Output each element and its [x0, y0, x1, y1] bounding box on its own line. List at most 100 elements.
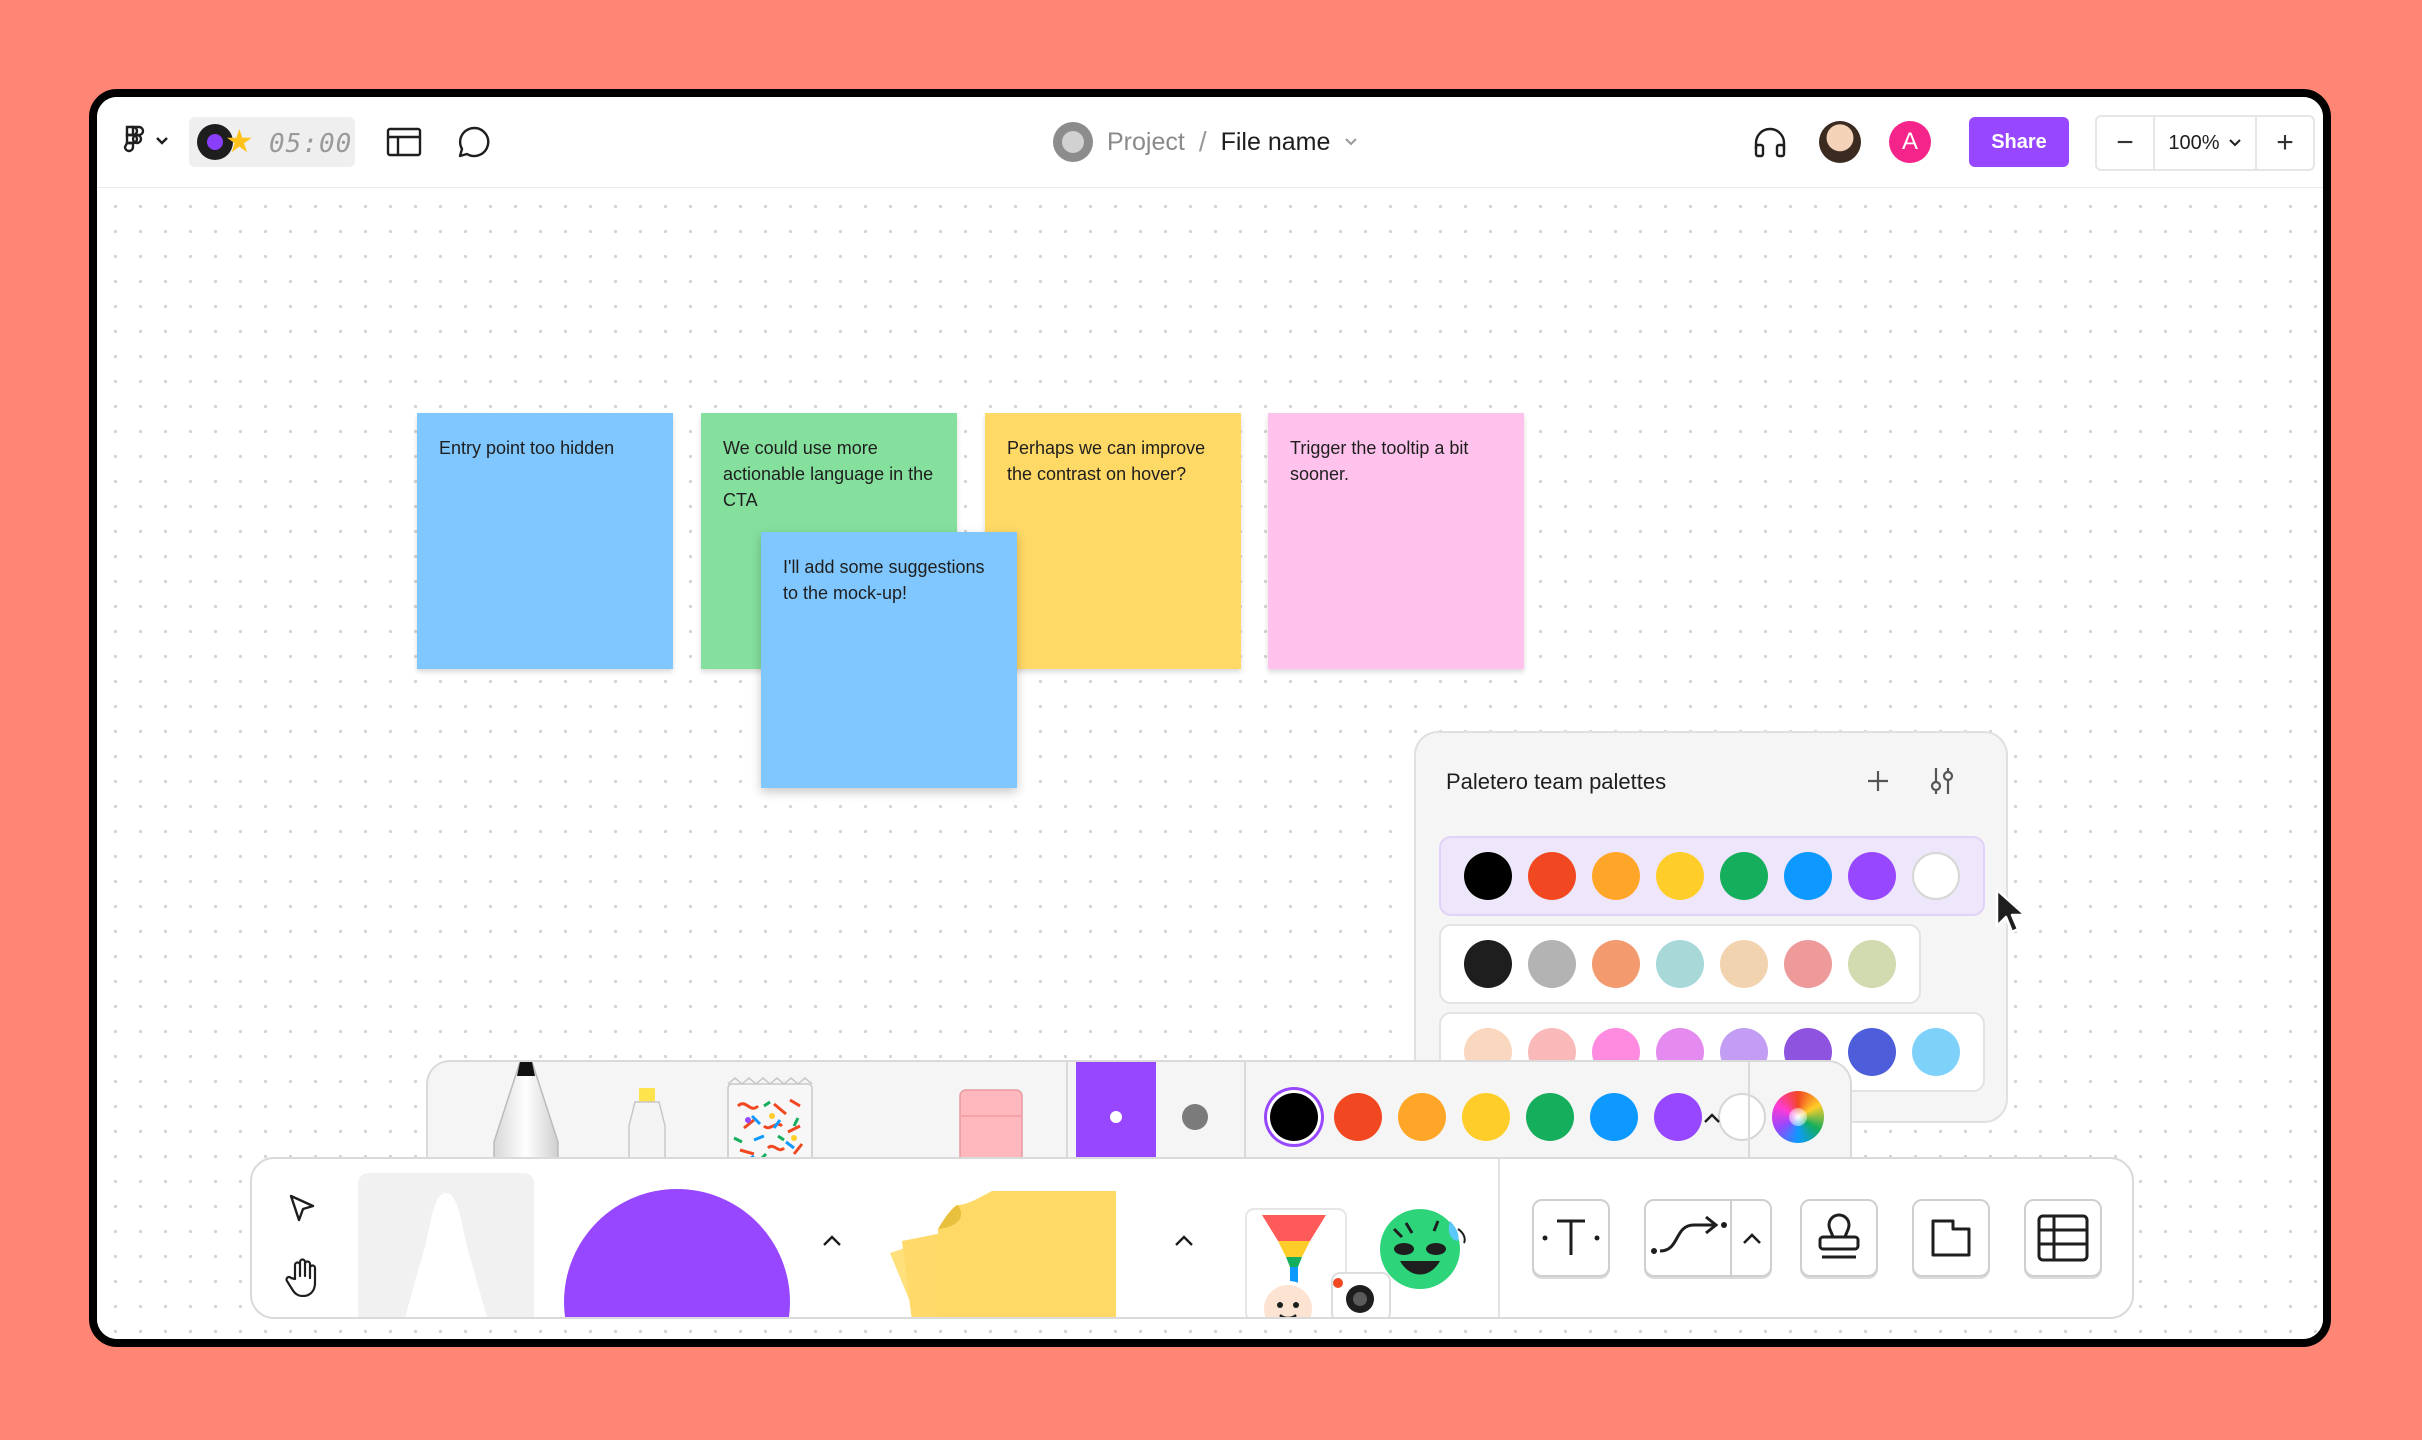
stickers-icon: [1245, 1208, 1466, 1317]
color-swatch[interactable]: [1464, 940, 1512, 988]
zoom-in-button[interactable]: +: [2257, 117, 2313, 169]
breadcrumb[interactable]: Project / File name: [1053, 119, 1358, 165]
custom-color-wheel-button[interactable]: [1772, 1091, 1824, 1143]
section-tool-button[interactable]: [1912, 1199, 1990, 1277]
mouse-cursor-icon: [1995, 888, 2027, 934]
sticky-note[interactable]: Entry point too hidden: [417, 413, 673, 669]
color-swatch[interactable]: [1592, 852, 1640, 900]
section-icon: [1931, 1219, 1971, 1257]
connector-tool-button[interactable]: [1644, 1199, 1772, 1277]
palette-panel-title: Paletero team palettes: [1446, 769, 1667, 794]
table-tool-button[interactable]: [2024, 1199, 2102, 1277]
timer-value: 05:00: [269, 129, 353, 159]
drawing-tools-tray: [426, 1060, 1852, 1170]
file-name[interactable]: File name: [1221, 128, 1331, 157]
tray-divider: [1066, 1062, 1068, 1170]
chevron-down-icon[interactable]: [1344, 137, 1358, 147]
washi-tape-tool-icon[interactable]: [724, 1076, 816, 1170]
brush-color-swatch[interactable]: [1526, 1093, 1574, 1141]
color-swatch[interactable]: [1784, 940, 1832, 988]
tray-divider: [1244, 1062, 1246, 1170]
main-menu-button[interactable]: [117, 121, 173, 161]
palette-row-selected[interactable]: [1439, 836, 1985, 916]
connector-divider: [1730, 1201, 1732, 1275]
color-swatch[interactable]: [1848, 1028, 1896, 1076]
user-avatar[interactable]: [1819, 121, 1861, 163]
comment-button[interactable]: [453, 121, 495, 163]
color-swatch[interactable]: [1656, 940, 1704, 988]
add-palette-button[interactable]: [1856, 759, 1900, 803]
table-icon: [2037, 1214, 2089, 1262]
draw-tool-button[interactable]: [358, 1173, 534, 1317]
color-wheel-icon: [1789, 1108, 1807, 1126]
zoom-control: − 100% +: [2095, 115, 2315, 171]
layout-button[interactable]: [383, 121, 425, 163]
chevron-up-icon: [1175, 1235, 1193, 1246]
shape-tool-button[interactable]: [562, 1189, 792, 1317]
project-name[interactable]: Project: [1107, 128, 1185, 157]
color-swatch[interactable]: [1848, 940, 1896, 988]
pen-tool-icon[interactable]: [486, 1062, 566, 1170]
stickers-tool-button[interactable]: [1242, 1199, 1472, 1317]
shape-options-button[interactable]: [812, 1221, 852, 1261]
color-swatch[interactable]: [1848, 852, 1896, 900]
color-swatch[interactable]: [1656, 852, 1704, 900]
color-swatch[interactable]: [1592, 940, 1640, 988]
chevron-up-icon[interactable]: [1742, 1231, 1762, 1245]
color-swatch[interactable]: [1720, 852, 1768, 900]
color-swatch[interactable]: [1912, 1028, 1960, 1076]
chevron-up-icon: [1704, 1113, 1720, 1123]
chevron-up-icon: [823, 1235, 841, 1246]
color-swatch[interactable]: [1912, 852, 1960, 900]
brush-color-swatch-selected[interactable]: [1270, 1093, 1318, 1141]
zoom-out-button[interactable]: −: [2097, 117, 2153, 169]
comment-icon: [458, 126, 490, 158]
sticky-note-stack-icon: [890, 1191, 1116, 1317]
zoom-level-dropdown[interactable]: 100%: [2153, 117, 2257, 169]
brush-color-swatch[interactable]: [1462, 1093, 1510, 1141]
sticky-note[interactable]: I'll add some suggestions to the mock-up…: [761, 532, 1017, 788]
color-swatch[interactable]: [1720, 940, 1768, 988]
star-icon: ★: [225, 123, 254, 159]
sliders-icon: [1930, 768, 1954, 794]
sticky-options-button[interactable]: [1164, 1221, 1204, 1261]
color-swatch[interactable]: [1528, 852, 1576, 900]
palette-row[interactable]: [1439, 924, 1921, 1004]
zoom-level: 100%: [2168, 131, 2220, 154]
sticky-tool-button[interactable]: [878, 1185, 1128, 1317]
toolbar-divider: [1498, 1159, 1500, 1317]
brush-color-swatch[interactable]: [1334, 1093, 1382, 1141]
bottom-toolbar: [250, 1157, 2134, 1319]
brush-color-swatch[interactable]: [1590, 1093, 1638, 1141]
share-button[interactable]: Share: [1969, 117, 2069, 167]
sticky-note[interactable]: Perhaps we can improve the contrast on h…: [985, 413, 1241, 669]
headphones-icon: [1754, 127, 1786, 158]
connector-icon: [1651, 1215, 1727, 1254]
arrow-cursor-icon: [289, 1194, 315, 1222]
color-swatch[interactable]: [1528, 940, 1576, 988]
select-tool-button[interactable]: [274, 1181, 330, 1237]
audio-button[interactable]: [1749, 121, 1791, 163]
more-colors-button[interactable]: [1692, 1098, 1732, 1138]
hand-tool-button[interactable]: [274, 1249, 330, 1305]
user-avatar-letter[interactable]: A: [1889, 121, 1931, 163]
layout-icon: [386, 127, 422, 157]
timer-widget[interactable]: ★ 05:00: [189, 117, 355, 167]
palette-settings-button[interactable]: [1920, 759, 1964, 803]
hand-icon: [285, 1258, 317, 1297]
breadcrumb-separator: /: [1198, 126, 1207, 157]
sticky-note[interactable]: Trigger the tooltip a bit sooner.: [1268, 413, 1524, 669]
brush-color-swatch[interactable]: [1076, 1062, 1156, 1170]
color-swatch[interactable]: [1464, 852, 1512, 900]
brush-color-swatch[interactable]: [1398, 1093, 1446, 1141]
plus-icon: [1868, 771, 1888, 791]
text-tool-button[interactable]: [1532, 1199, 1610, 1277]
whiteboard-canvas[interactable]: Entry point too hidden We could use more…: [97, 188, 2323, 1339]
large-brush-size-button[interactable]: [1168, 1090, 1222, 1144]
small-brush-size-icon: [1110, 1111, 1122, 1123]
stamp-icon: [1818, 1213, 1860, 1259]
stamp-tool-button[interactable]: [1800, 1199, 1878, 1277]
figma-logo-icon: [123, 125, 168, 153]
color-swatch[interactable]: [1784, 852, 1832, 900]
top-bar: ★ 05:00 Project / File name A Share − 10…: [97, 97, 2323, 188]
